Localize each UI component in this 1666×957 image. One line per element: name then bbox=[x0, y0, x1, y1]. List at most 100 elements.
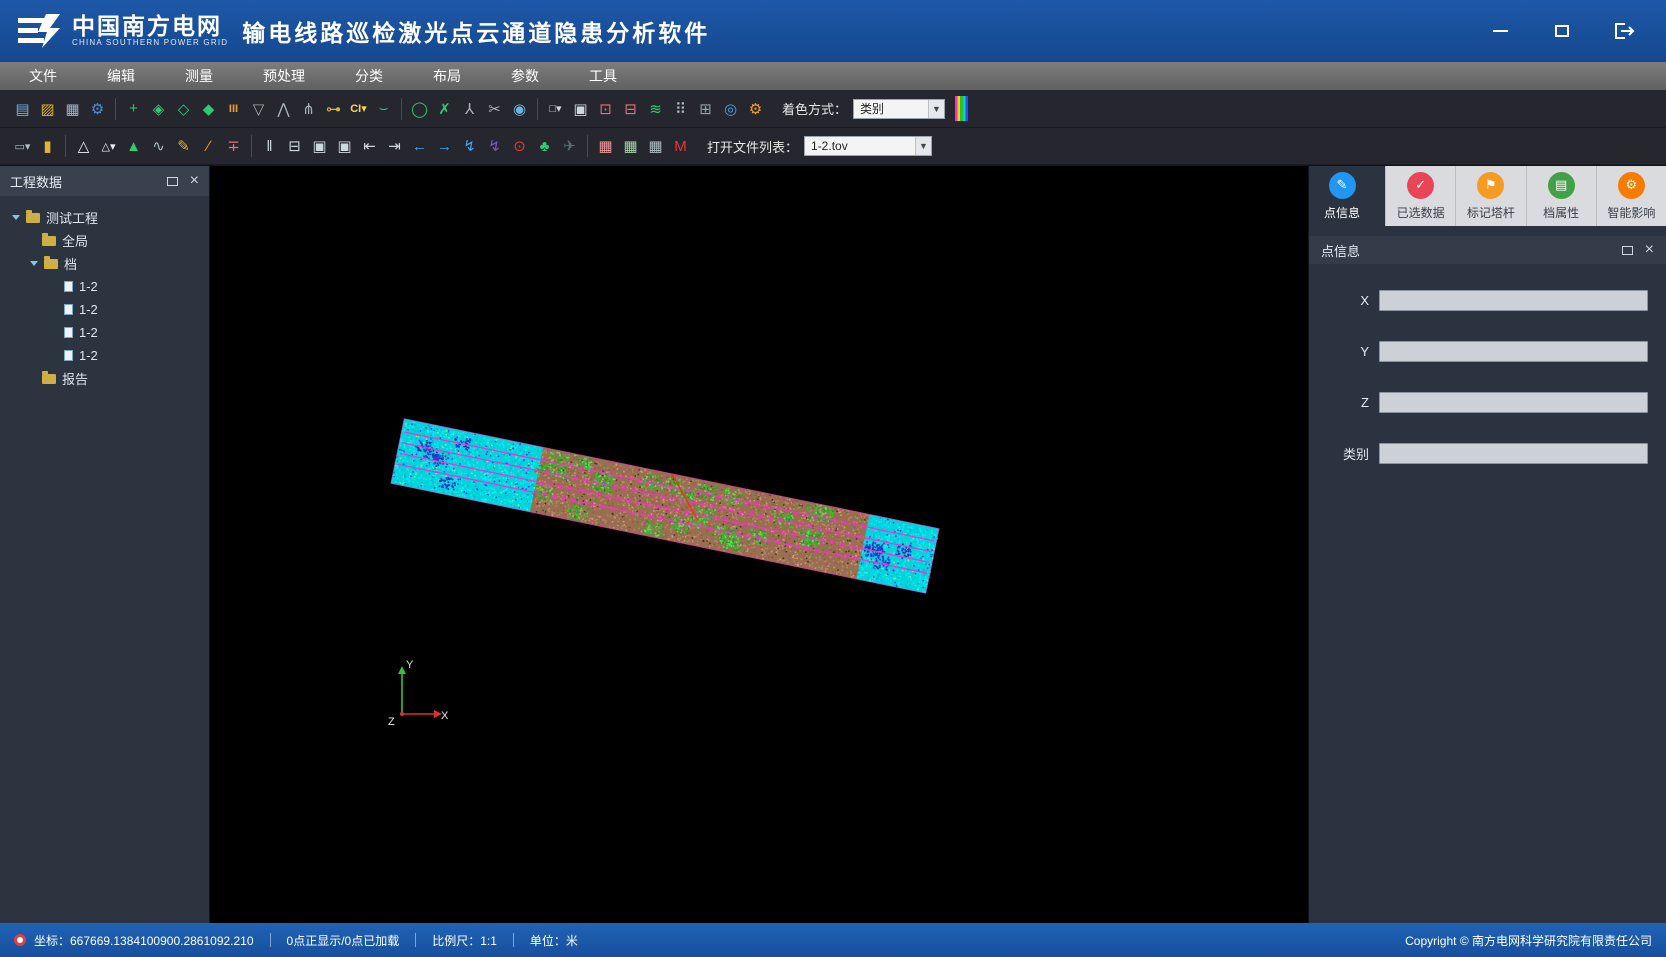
catenary-curve-icon[interactable]: ⌣ bbox=[371, 95, 396, 122]
marker-bar-icon[interactable]: ▮ bbox=[35, 133, 60, 160]
menu-file[interactable]: 文件 bbox=[4, 62, 82, 90]
profile-pair-icon[interactable]: ‖ bbox=[257, 133, 282, 160]
rect-select-icon[interactable]: □▾ bbox=[543, 95, 568, 122]
height-measure-icon[interactable]: ∓ bbox=[221, 133, 246, 160]
span-properties-icon: ▤ bbox=[1548, 172, 1575, 199]
minimize-button[interactable] bbox=[1484, 18, 1516, 44]
coloring-mode-dropdown[interactable]: 类别 ▼ bbox=[853, 99, 945, 119]
tree-node-file[interactable]: 1-2 bbox=[6, 298, 203, 321]
colorbar-icon[interactable] bbox=[955, 96, 968, 121]
nav-forward-icon[interactable]: → bbox=[432, 133, 457, 160]
classify-ci-icon[interactable]: CI▾ bbox=[346, 95, 371, 122]
menu-classify[interactable]: 分类 bbox=[330, 62, 408, 90]
airplane-icon[interactable]: ✈ bbox=[557, 133, 582, 160]
location-pin-icon[interactable]: ⊙ bbox=[507, 133, 532, 160]
layers-icon[interactable]: ≋ bbox=[643, 95, 668, 122]
z-input[interactable] bbox=[1379, 392, 1648, 413]
open-file-list-value: 1-2.tov bbox=[805, 139, 915, 153]
copy-view-a-icon[interactable]: ▣ bbox=[307, 133, 332, 160]
ruler-icon[interactable]: ∕ bbox=[196, 133, 221, 160]
polyline-b-icon[interactable]: ↯ bbox=[482, 133, 507, 160]
clip-in-icon[interactable]: ⊡ bbox=[593, 95, 618, 122]
nav-back-icon[interactable]: ← bbox=[407, 133, 432, 160]
x-input[interactable] bbox=[1379, 290, 1648, 311]
tree-node-span[interactable]: 档 bbox=[6, 252, 203, 275]
view-diamond-3-icon[interactable]: ◆ bbox=[196, 95, 221, 122]
tab-selected-data[interactable]: ✓ 已选数据 bbox=[1385, 166, 1455, 226]
insulator-tool-icon[interactable]: ⅄ bbox=[457, 95, 482, 122]
process-gear-icon[interactable]: ⚙ bbox=[743, 95, 768, 122]
open-folder-icon[interactable]: ▨ bbox=[35, 95, 60, 122]
tree-node-project[interactable]: 测试工程 bbox=[6, 206, 203, 229]
section-bars-icon[interactable]: III bbox=[221, 95, 246, 122]
pylon-a-icon[interactable]: ⋀ bbox=[271, 95, 296, 122]
undock-icon[interactable] bbox=[167, 177, 178, 186]
open-file-list-dropdown[interactable]: 1-2.tov ▼ bbox=[804, 136, 932, 156]
tree-node-file[interactable]: 1-2 bbox=[6, 344, 203, 367]
image-thumb-3-icon[interactable]: ▦ bbox=[643, 133, 668, 160]
cross-tool-icon[interactable]: ✗ bbox=[432, 95, 457, 122]
section-split-icon[interactable]: ⊟ bbox=[282, 133, 307, 160]
viewport-canvas[interactable]: YXZ bbox=[210, 166, 1308, 923]
view-diamond-1-icon[interactable]: ◈ bbox=[146, 95, 171, 122]
move-tool-icon[interactable]: + bbox=[121, 95, 146, 122]
polyline-a-icon[interactable]: ↯ bbox=[457, 133, 482, 160]
clip-out-icon[interactable]: ⊟ bbox=[618, 95, 643, 122]
close-icon[interactable]: × bbox=[1645, 242, 1654, 258]
y-input[interactable] bbox=[1379, 341, 1648, 362]
tab-smart-impact[interactable]: ⚙ 智能影响 bbox=[1596, 166, 1666, 226]
menu-preprocess[interactable]: 预处理 bbox=[238, 62, 330, 90]
voxel-icon[interactable]: ⊞ bbox=[693, 95, 718, 122]
expand-arrow-icon[interactable] bbox=[12, 215, 20, 220]
page-next-icon[interactable]: ⇥ bbox=[382, 133, 407, 160]
wave-icon[interactable]: ∿ bbox=[146, 133, 171, 160]
grid-points-icon[interactable]: ⠿ bbox=[668, 95, 693, 122]
settings-gear-icon[interactable]: ⚙ bbox=[85, 95, 110, 122]
image-thumb-2-icon[interactable]: ▦ bbox=[618, 133, 643, 160]
brush-icon[interactable]: ✎ bbox=[171, 133, 196, 160]
close-icon[interactable]: × bbox=[190, 173, 199, 189]
tin-filled-icon[interactable]: ▲ bbox=[121, 133, 146, 160]
scissors-icon[interactable]: ✂ bbox=[482, 95, 507, 122]
pylon-b-icon[interactable]: ⋔ bbox=[296, 95, 321, 122]
menu-measure[interactable]: 测量 bbox=[160, 62, 238, 90]
tree-node-file[interactable]: 1-2 bbox=[6, 275, 203, 298]
exit-button[interactable] bbox=[1608, 18, 1640, 44]
maximize-button[interactable] bbox=[1546, 18, 1578, 44]
page-prev-icon[interactable]: ⇤ bbox=[357, 133, 382, 160]
tree-icon[interactable]: ♣ bbox=[532, 133, 557, 160]
menu-layout[interactable]: 布局 bbox=[408, 62, 486, 90]
file-icon bbox=[64, 327, 73, 338]
tin-outline-icon[interactable]: △ bbox=[71, 133, 96, 160]
menu-parameters[interactable]: 参数 bbox=[486, 62, 564, 90]
tab-span-properties[interactable]: ▤ 档属性 bbox=[1526, 166, 1596, 226]
category-input[interactable] bbox=[1379, 443, 1648, 464]
tree-node-file[interactable]: 1-2 bbox=[6, 321, 203, 344]
rect-query-icon[interactable]: ▣ bbox=[568, 95, 593, 122]
ellipse-tool-icon[interactable]: ◯ bbox=[407, 95, 432, 122]
undock-icon[interactable] bbox=[1622, 246, 1633, 255]
key-icon[interactable]: ⊶ bbox=[321, 95, 346, 122]
tin-dropdown-icon[interactable]: △▾ bbox=[96, 133, 121, 160]
filter-funnel-icon[interactable]: ▽ bbox=[246, 95, 271, 122]
image-thumb-1-icon[interactable]: ▦ bbox=[593, 133, 618, 160]
project-panel-header: 工程数据 × bbox=[0, 166, 209, 196]
save-icon[interactable]: ▦ bbox=[60, 95, 85, 122]
open-file-list-label: 打开文件列表： bbox=[707, 137, 798, 156]
camera-icon[interactable]: ◎ bbox=[718, 95, 743, 122]
tree-node-report[interactable]: 报告 bbox=[6, 367, 203, 390]
tab-point-info[interactable]: ✎ 点信息 bbox=[1309, 166, 1375, 226]
view-diamond-2-icon[interactable]: ◇ bbox=[171, 95, 196, 122]
tab-mark-tower[interactable]: ⚑ 标记塔杆 bbox=[1455, 166, 1525, 226]
copy-view-b-icon[interactable]: ▣ bbox=[332, 133, 357, 160]
expand-arrow-icon[interactable] bbox=[30, 261, 38, 266]
tree-node-global[interactable]: 全局 bbox=[6, 229, 203, 252]
menu-tools[interactable]: 工具 bbox=[564, 62, 642, 90]
folder-icon bbox=[42, 236, 56, 246]
eye-icon[interactable]: ◉ bbox=[507, 95, 532, 122]
model-m-icon[interactable]: M bbox=[668, 133, 693, 160]
tree-node-label: 档 bbox=[64, 254, 77, 273]
report-document-icon[interactable]: ▤ bbox=[10, 95, 35, 122]
menu-edit[interactable]: 编辑 bbox=[82, 62, 160, 90]
snap-dropdown-icon[interactable]: ▭▾ bbox=[10, 133, 35, 160]
